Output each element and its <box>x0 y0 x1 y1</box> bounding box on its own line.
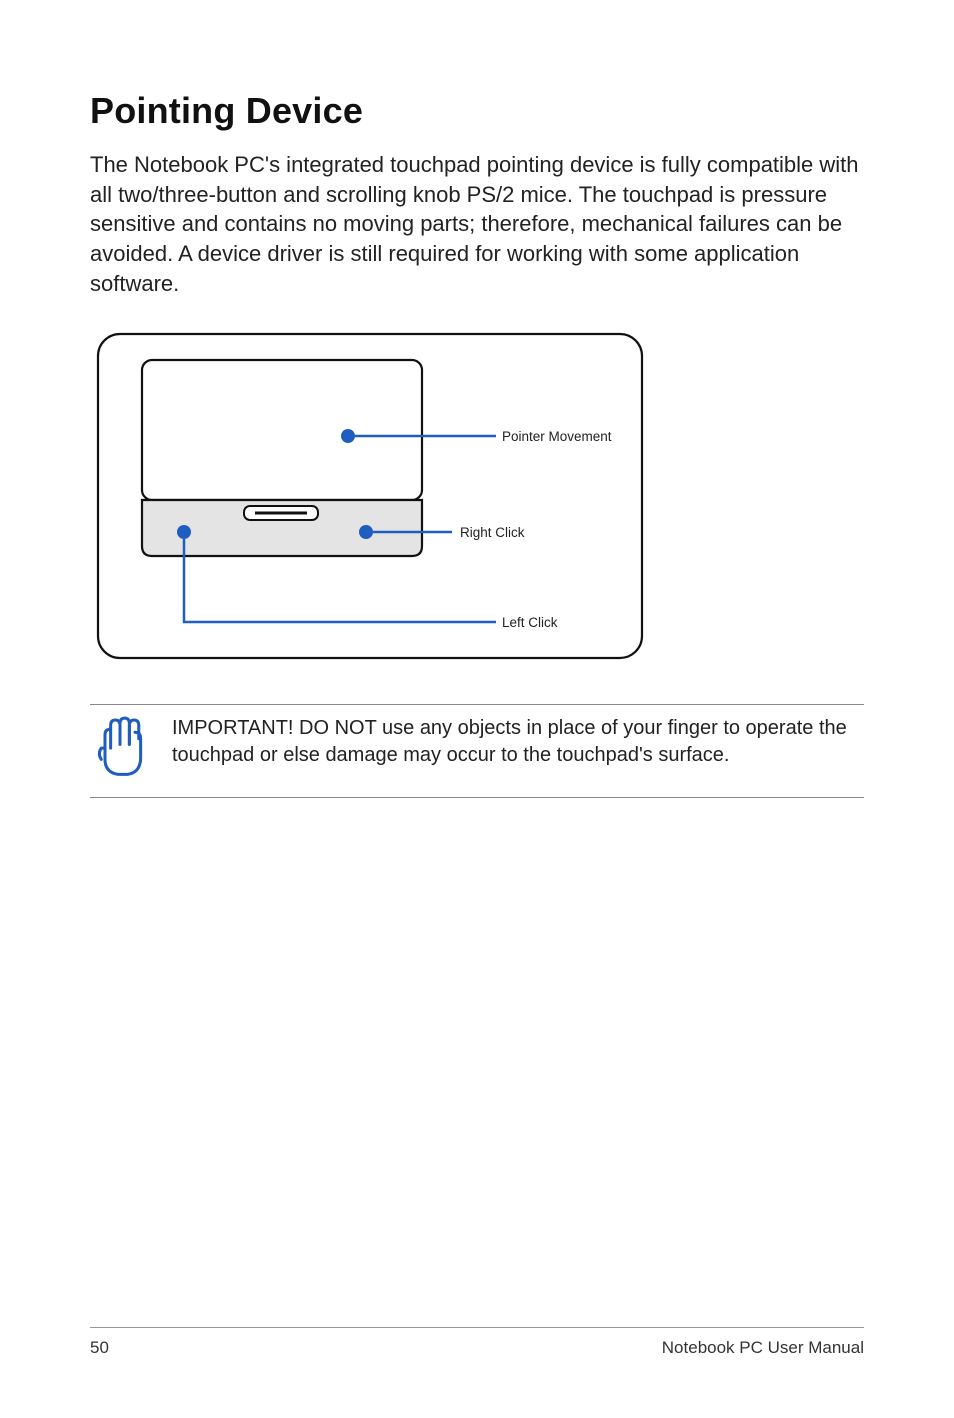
page-number: 50 <box>90 1338 109 1358</box>
label-right-click: Right Click <box>460 525 525 540</box>
touchpad-figure: Pointer Movement Right Click Left Click <box>90 326 650 666</box>
document-title: Notebook PC User Manual <box>662 1338 864 1358</box>
important-note: IMPORTANT! DO NOT use any objects in pla… <box>90 704 864 798</box>
label-left-click: Left Click <box>502 615 558 630</box>
intro-paragraph: The Notebook PC's integrated touchpad po… <box>90 150 864 298</box>
touchpad-diagram: Pointer Movement Right Click Left Click <box>90 326 650 666</box>
page-footer: 50 Notebook PC User Manual <box>90 1327 864 1358</box>
important-note-text: IMPORTANT! DO NOT use any objects in pla… <box>172 715 864 769</box>
section-title: Pointing Device <box>90 90 864 132</box>
page: Pointing Device The Notebook PC's integr… <box>0 0 954 1418</box>
label-pointer-movement: Pointer Movement <box>502 429 612 444</box>
hand-icon <box>90 715 150 785</box>
